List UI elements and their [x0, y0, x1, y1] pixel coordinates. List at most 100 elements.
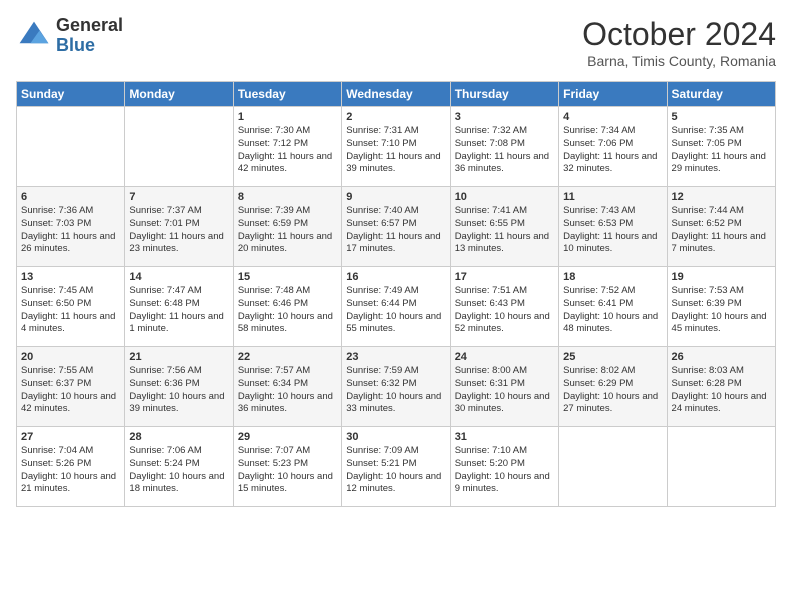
day-cell: 24Sunrise: 8:00 AMSunset: 6:31 PMDayligh… [450, 347, 558, 427]
day-info: Sunrise: 7:06 AMSunset: 5:24 PMDaylight:… [129, 445, 228, 496]
day-info: Sunrise: 7:43 AMSunset: 6:53 PMDaylight:… [563, 205, 662, 256]
day-cell: 11Sunrise: 7:43 AMSunset: 6:53 PMDayligh… [559, 187, 667, 267]
day-info: Sunrise: 8:02 AMSunset: 6:29 PMDaylight:… [563, 365, 662, 416]
day-number: 10 [455, 191, 554, 203]
calendar-table: SundayMondayTuesdayWednesdayThursdayFrid… [16, 81, 776, 507]
header-tuesday: Tuesday [233, 82, 341, 107]
day-info: Sunrise: 7:41 AMSunset: 6:55 PMDaylight:… [455, 205, 554, 256]
day-number: 4 [563, 111, 662, 123]
logo-general: General [56, 16, 123, 36]
logo: General Blue [16, 16, 123, 56]
day-info: Sunrise: 7:47 AMSunset: 6:48 PMDaylight:… [129, 285, 228, 336]
day-info: Sunrise: 7:51 AMSunset: 6:43 PMDaylight:… [455, 285, 554, 336]
day-info: Sunrise: 7:55 AMSunset: 6:37 PMDaylight:… [21, 365, 120, 416]
day-number: 1 [238, 111, 337, 123]
day-number: 12 [672, 191, 771, 203]
day-cell: 25 Sunrise: 8:02 AMSunset: 6:29 PMDayligh… [559, 347, 667, 427]
day-cell: 26 Sunrise: 8:03 AMSunset: 6:28 PMDayligh… [667, 347, 775, 427]
day-info: Sunrise: 7:34 AMSunset: 7:06 PMDaylight:… [563, 125, 662, 176]
day-cell: 30Sunrise: 7:09 AMSunset: 5:21 PMDayligh… [342, 427, 450, 507]
day-cell [559, 427, 667, 507]
day-number: 3 [455, 111, 554, 123]
day-cell: 6 Sunrise: 7:36 AMSunset: 7:03 PMDaylight… [17, 187, 125, 267]
day-info: Sunrise: 7:07 AMSunset: 5:23 PMDaylight:… [238, 445, 337, 496]
day-cell: 28 Sunrise: 7:06 AMSunset: 5:24 PMDayligh… [125, 427, 233, 507]
day-info: Sunrise: 7:09 AMSunset: 5:21 PMDaylight:… [346, 445, 445, 496]
day-info: Sunrise: 7:52 AMSunset: 6:41 PMDaylight:… [563, 285, 662, 336]
day-cell: 16 Sunrise: 7:49 AMSunset: 6:44 PMDayligh… [342, 267, 450, 347]
week-row-2: 6 Sunrise: 7:36 AMSunset: 7:03 PMDaylight… [17, 187, 776, 267]
day-cell: 13 Sunrise: 7:45 AMSunset: 6:50 PMDayligh… [17, 267, 125, 347]
week-row-4: 20 Sunrise: 7:55 AMSunset: 6:37 PMDayligh… [17, 347, 776, 427]
header-sunday: Sunday [17, 82, 125, 107]
day-cell: 9 Sunrise: 7:40 AMSunset: 6:57 PMDaylight… [342, 187, 450, 267]
day-number: 9 [346, 191, 445, 203]
day-cell [125, 107, 233, 187]
header-saturday: Saturday [667, 82, 775, 107]
logo-blue: Blue [56, 36, 123, 56]
day-cell: 5Sunrise: 7:35 AMSunset: 7:05 PMDaylight… [667, 107, 775, 187]
day-number: 25 [563, 351, 662, 363]
day-number: 31 [455, 431, 554, 443]
day-number: 7 [129, 191, 228, 203]
day-info: Sunrise: 8:03 AMSunset: 6:28 PMDaylight:… [672, 365, 771, 416]
day-cell: 14 Sunrise: 7:47 AMSunset: 6:48 PMDayligh… [125, 267, 233, 347]
day-number: 2 [346, 111, 445, 123]
day-number: 28 [129, 431, 228, 443]
week-row-5: 27Sunrise: 7:04 AMSunset: 5:26 PMDayligh… [17, 427, 776, 507]
location: Barna, Timis County, Romania [582, 53, 776, 69]
day-cell [667, 427, 775, 507]
day-info: Sunrise: 7:44 AMSunset: 6:52 PMDaylight:… [672, 205, 771, 256]
day-cell: 20 Sunrise: 7:55 AMSunset: 6:37 PMDayligh… [17, 347, 125, 427]
day-info: Sunrise: 7:40 AMSunset: 6:57 PMDaylight:… [346, 205, 445, 256]
day-cell: 12 Sunrise: 7:44 AMSunset: 6:52 PMDayligh… [667, 187, 775, 267]
day-number: 19 [672, 271, 771, 283]
day-info: Sunrise: 7:35 AMSunset: 7:05 PMDaylight:… [672, 125, 771, 176]
day-info: Sunrise: 8:00 AMSunset: 6:31 PMDaylight:… [455, 365, 554, 416]
day-cell: 31Sunrise: 7:10 AMSunset: 5:20 PMDayligh… [450, 427, 558, 507]
week-row-1: 1 Sunrise: 7:30 AMSunset: 7:12 PMDaylight… [17, 107, 776, 187]
day-info: Sunrise: 7:49 AMSunset: 6:44 PMDaylight:… [346, 285, 445, 336]
page-header: General Blue October 2024 Barna, Timis C… [16, 16, 776, 69]
day-info: Sunrise: 7:53 AMSunset: 6:39 PMDaylight:… [672, 285, 771, 336]
day-cell: 22 Sunrise: 7:57 AMSunset: 6:34 PMDayligh… [233, 347, 341, 427]
day-cell: 7 Sunrise: 7:37 AMSunset: 7:01 PMDaylight… [125, 187, 233, 267]
day-cell: 1 Sunrise: 7:30 AMSunset: 7:12 PMDaylight… [233, 107, 341, 187]
day-cell: 18Sunrise: 7:52 AMSunset: 6:41 PMDayligh… [559, 267, 667, 347]
day-cell: 19 Sunrise: 7:53 AMSunset: 6:39 PMDayligh… [667, 267, 775, 347]
header-friday: Friday [559, 82, 667, 107]
day-number: 26 [672, 351, 771, 363]
header-wednesday: Wednesday [342, 82, 450, 107]
day-number: 16 [346, 271, 445, 283]
day-info: Sunrise: 7:30 AMSunset: 7:12 PMDaylight:… [238, 125, 337, 176]
logo-icon [16, 18, 52, 54]
day-number: 17 [455, 271, 554, 283]
day-number: 29 [238, 431, 337, 443]
day-cell: 10 Sunrise: 7:41 AMSunset: 6:55 PMDayligh… [450, 187, 558, 267]
day-cell: 2Sunrise: 7:31 AMSunset: 7:10 PMDaylight… [342, 107, 450, 187]
day-number: 20 [21, 351, 120, 363]
day-info: Sunrise: 7:45 AMSunset: 6:50 PMDaylight:… [21, 285, 120, 336]
day-cell: 27Sunrise: 7:04 AMSunset: 5:26 PMDayligh… [17, 427, 125, 507]
day-info: Sunrise: 7:56 AMSunset: 6:36 PMDaylight:… [129, 365, 228, 416]
day-number: 21 [129, 351, 228, 363]
day-number: 6 [21, 191, 120, 203]
day-cell: 8 Sunrise: 7:39 AMSunset: 6:59 PMDaylight… [233, 187, 341, 267]
day-number: 23 [346, 351, 445, 363]
day-number: 15 [238, 271, 337, 283]
day-info: Sunrise: 7:32 AMSunset: 7:08 PMDaylight:… [455, 125, 554, 176]
day-number: 22 [238, 351, 337, 363]
day-number: 13 [21, 271, 120, 283]
day-cell: 29 Sunrise: 7:07 AMSunset: 5:23 PMDayligh… [233, 427, 341, 507]
day-cell [17, 107, 125, 187]
day-info: Sunrise: 7:57 AMSunset: 6:34 PMDaylight:… [238, 365, 337, 416]
day-info: Sunrise: 7:36 AMSunset: 7:03 PMDaylight:… [21, 205, 120, 256]
day-number: 14 [129, 271, 228, 283]
day-info: Sunrise: 7:48 AMSunset: 6:46 PMDaylight:… [238, 285, 337, 336]
header-thursday: Thursday [450, 82, 558, 107]
day-cell: 23Sunrise: 7:59 AMSunset: 6:32 PMDayligh… [342, 347, 450, 427]
day-info: Sunrise: 7:39 AMSunset: 6:59 PMDaylight:… [238, 205, 337, 256]
day-info: Sunrise: 7:37 AMSunset: 7:01 PMDaylight:… [129, 205, 228, 256]
day-number: 8 [238, 191, 337, 203]
calendar-header-row: SundayMondayTuesdayWednesdayThursdayFrid… [17, 82, 776, 107]
